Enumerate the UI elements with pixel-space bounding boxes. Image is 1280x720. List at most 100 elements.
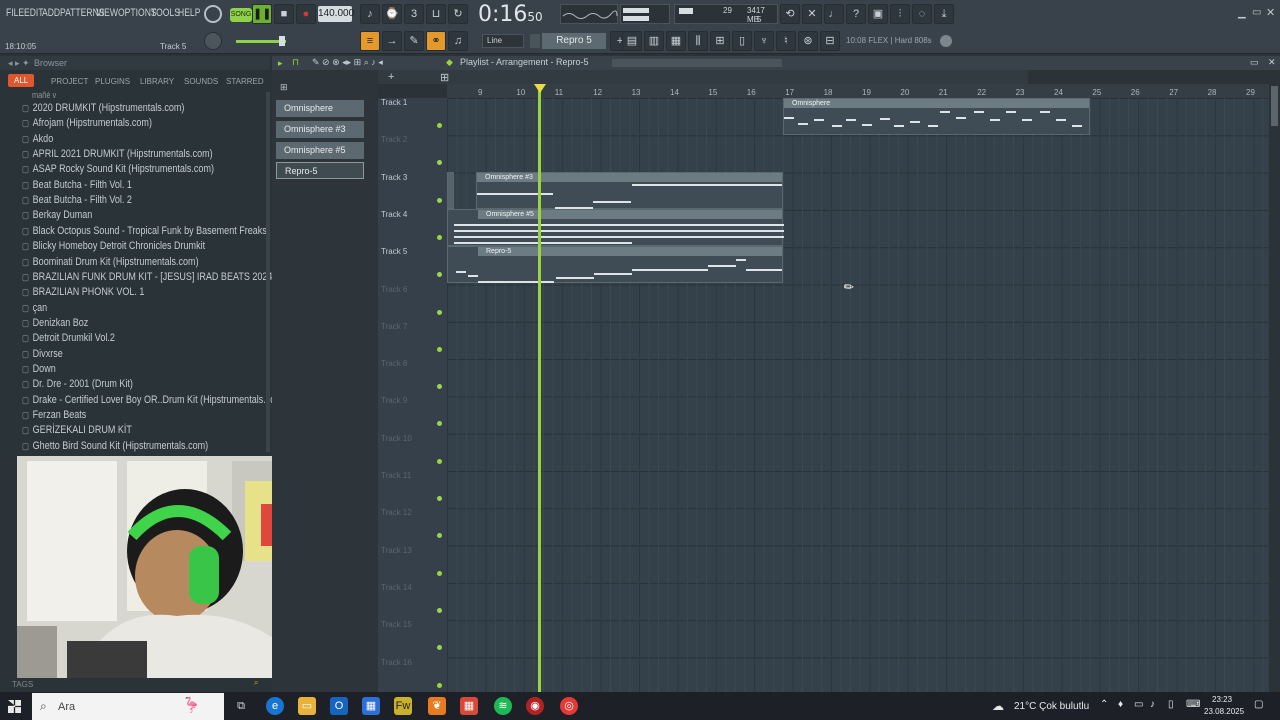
timeline-ruler[interactable]: 9 10 11 12 13 14 15 16 17 18 19 20 21 22 23 24 25 26 27 28 2… (447, 84, 1269, 98)
track-header[interactable]: Track 5 (381, 247, 445, 284)
browser-arrows-icon[interactable]: ◂ ▸ ✦ (8, 58, 30, 69)
playhead[interactable] (538, 84, 541, 692)
track-header[interactable]: Track 9 (381, 396, 445, 433)
arrow-icon[interactable]: → (382, 31, 402, 51)
record-button[interactable]: ● (296, 4, 316, 24)
store-icon[interactable]: ▦ (362, 697, 380, 715)
track-enable-led[interactable] (437, 421, 442, 427)
clip-repro-5[interactable]: Repro-5 (447, 246, 783, 283)
tools-icon[interactable]: ✕ (802, 4, 822, 24)
track-header[interactable]: Track 11 (381, 471, 445, 508)
browser-folder-item[interactable]: ▢ Ghetto Bird Sound Kit (Hipstrumentals.c… (22, 440, 208, 454)
browser-folder-item[interactable]: ▢ APRIL 2021 DRUMKIT (Hipstrumentals.com) (22, 148, 213, 162)
menu-edit[interactable]: EDIT (24, 7, 44, 19)
loop-record-icon[interactable]: ↻ (448, 4, 468, 24)
link-icon[interactable]: ⚭ (426, 31, 446, 51)
playlist-menu-icon[interactable]: ▸ (278, 58, 283, 69)
track-header[interactable]: Track 6 (381, 285, 445, 322)
play-arrangement-icon[interactable]: ◆ (446, 57, 453, 68)
clock-date[interactable]: 23.08.2025 (1204, 707, 1244, 716)
browser-tab-starred[interactable]: STARRED (226, 77, 264, 86)
tempo-tapper-icon[interactable]: ♮ (776, 31, 796, 51)
track-header[interactable]: Track 15 (381, 620, 445, 657)
clip-stub-track3[interactable] (447, 172, 454, 209)
pattern-song-knob[interactable] (204, 5, 222, 23)
browser-folder-item[interactable]: ▢ Beat Butcha - Filth Vol. 2 (22, 194, 132, 208)
menu-tools[interactable]: TOOLS (151, 7, 180, 19)
tags-label[interactable]: TAGS (12, 680, 33, 689)
countdown-icon[interactable]: 3 (404, 4, 424, 24)
task-view-icon[interactable]: ⧉ (232, 697, 250, 715)
picker-view-icon[interactable]: ⊞ (280, 82, 294, 92)
track-enable-led[interactable] (437, 570, 442, 576)
browser-folder-item[interactable]: ▢ Berkay Duman (22, 209, 92, 223)
picker-item-omnisphere-3[interactable]: Omnisphere #3 (276, 121, 364, 138)
playlist-icon[interactable]: ▤ (622, 31, 642, 51)
browser-folder-item[interactable]: ▢ ASAP Rocky Sound Kit (Hipstrumentals.co… (22, 163, 214, 177)
track-header[interactable]: Track 1 (381, 98, 445, 135)
slider-handle[interactable] (279, 36, 285, 46)
track-enable-led[interactable] (437, 682, 442, 688)
menu-help[interactable]: HELP (178, 7, 200, 19)
channel-rack-icon[interactable]: ▦ (666, 31, 686, 51)
snap-icon[interactable]: ≡ (360, 31, 380, 51)
chat-icon[interactable]: ◌ (912, 4, 932, 24)
track-enable-led[interactable] (437, 160, 442, 166)
track-header[interactable]: Track 8 (381, 359, 445, 396)
clip-omnisphere-5[interactable]: Omnisphere #5 (447, 209, 784, 246)
browser-folder-item[interactable]: ▢ Boominati Drum Kit (Hipstrumentals.com) (22, 256, 199, 270)
save-icon[interactable]: ▣ (868, 4, 888, 24)
stamp-icon[interactable]: ♫ (448, 31, 468, 51)
mixer-icon[interactable]: ⫶ (890, 4, 910, 24)
browser-scrollbar[interactable] (266, 92, 270, 452)
mic-tray-icon[interactable]: ♦ (1118, 699, 1123, 710)
track-header[interactable]: Track 10 (381, 434, 445, 471)
clock-time[interactable]: 23:23 (1212, 695, 1232, 704)
track-enable-led[interactable] (437, 458, 442, 464)
app-grid-icon[interactable]: ▦ (460, 697, 478, 715)
track-header[interactable]: Track 3 (381, 173, 445, 210)
track-enable-led[interactable] (437, 346, 442, 352)
track-header[interactable]: Track 2 (381, 135, 445, 172)
weather-text[interactable]: 21°C Çok bulutlu (1014, 701, 1089, 712)
browser-folder-item[interactable]: ▢ 2020 DRUMKIT (Hipstrumentals.com) (22, 102, 184, 116)
browser-tab-sounds[interactable]: SOUNDS (184, 77, 218, 86)
playlist-tools-icon[interactable]: ✎ ⊘ ⊗ ◂▸ ⊞ ⌕ ♪ ◂ (312, 57, 383, 68)
browser-folder-item[interactable]: ▢ Beat Butcha - Filth Vol. 1 (22, 179, 132, 193)
track-enable-led[interactable] (437, 533, 442, 539)
search-icon[interactable]: ⌕ (254, 678, 258, 688)
playlist-hscroll[interactable] (612, 59, 782, 67)
master-volume-knob[interactable] (204, 32, 222, 50)
track-header[interactable]: Track 7 (381, 322, 445, 359)
play-button[interactable]: ❚❚ (252, 4, 272, 24)
notification-icon[interactable]: ▢ (1254, 699, 1263, 710)
spotify-icon[interactable]: ≋ (494, 697, 512, 715)
weather-icon[interactable]: ☁ (992, 699, 1004, 713)
playlist-min-icon[interactable]: ▭ (1250, 57, 1259, 68)
plugin-picker-icon[interactable]: ♆ (754, 31, 774, 51)
browser-folder-item[interactable]: ▢ Ferzan Beats (22, 409, 86, 423)
taskbar-search[interactable]: ⌕ Ara 🦩 (32, 693, 224, 720)
browser-view-icon[interactable]: ⊞ (710, 31, 730, 51)
wait-icon[interactable]: ⌚ (382, 4, 402, 24)
track-header[interactable]: Track 12 (381, 508, 445, 545)
metronome-icon[interactable]: ♪ (360, 4, 380, 24)
track-enable-led[interactable] (437, 607, 442, 613)
windows-start-icon[interactable] (8, 700, 21, 713)
song-mode-toggle[interactable]: SONG (230, 8, 252, 22)
fireworks-icon[interactable]: Fw (394, 697, 412, 715)
browser-folder-item[interactable]: ▢ Detroit Drumkil Vol.2 (22, 332, 115, 346)
track-header[interactable]: Track 4 (381, 210, 445, 247)
mic-icon[interactable]: ♩ (824, 4, 844, 24)
track-enable-led[interactable] (437, 309, 442, 315)
menu-view[interactable]: VIEW (96, 7, 118, 19)
snap-select[interactable]: Line (482, 34, 524, 48)
browser-folder-item[interactable]: ▢ BRAZILIAN FUNK DRUM KIT - [JESUS] IRAD … (22, 271, 272, 285)
volume-icon[interactable]: ♪ (1150, 699, 1155, 710)
browser-folder-item[interactable]: ▢ Blicky Homeboy Detroit Chronicles Drumk… (22, 240, 205, 254)
browser-folder-item[interactable]: ▢ Afrojam (Hipstrumentals.com) (22, 117, 152, 131)
tempo-display[interactable]: 140.000 (318, 6, 354, 22)
browser-tab-plugins[interactable]: PLUGINS (95, 77, 130, 86)
tray-chevron-icon[interactable]: ⌃ (1100, 699, 1108, 710)
outlook-icon[interactable]: O (330, 697, 348, 715)
